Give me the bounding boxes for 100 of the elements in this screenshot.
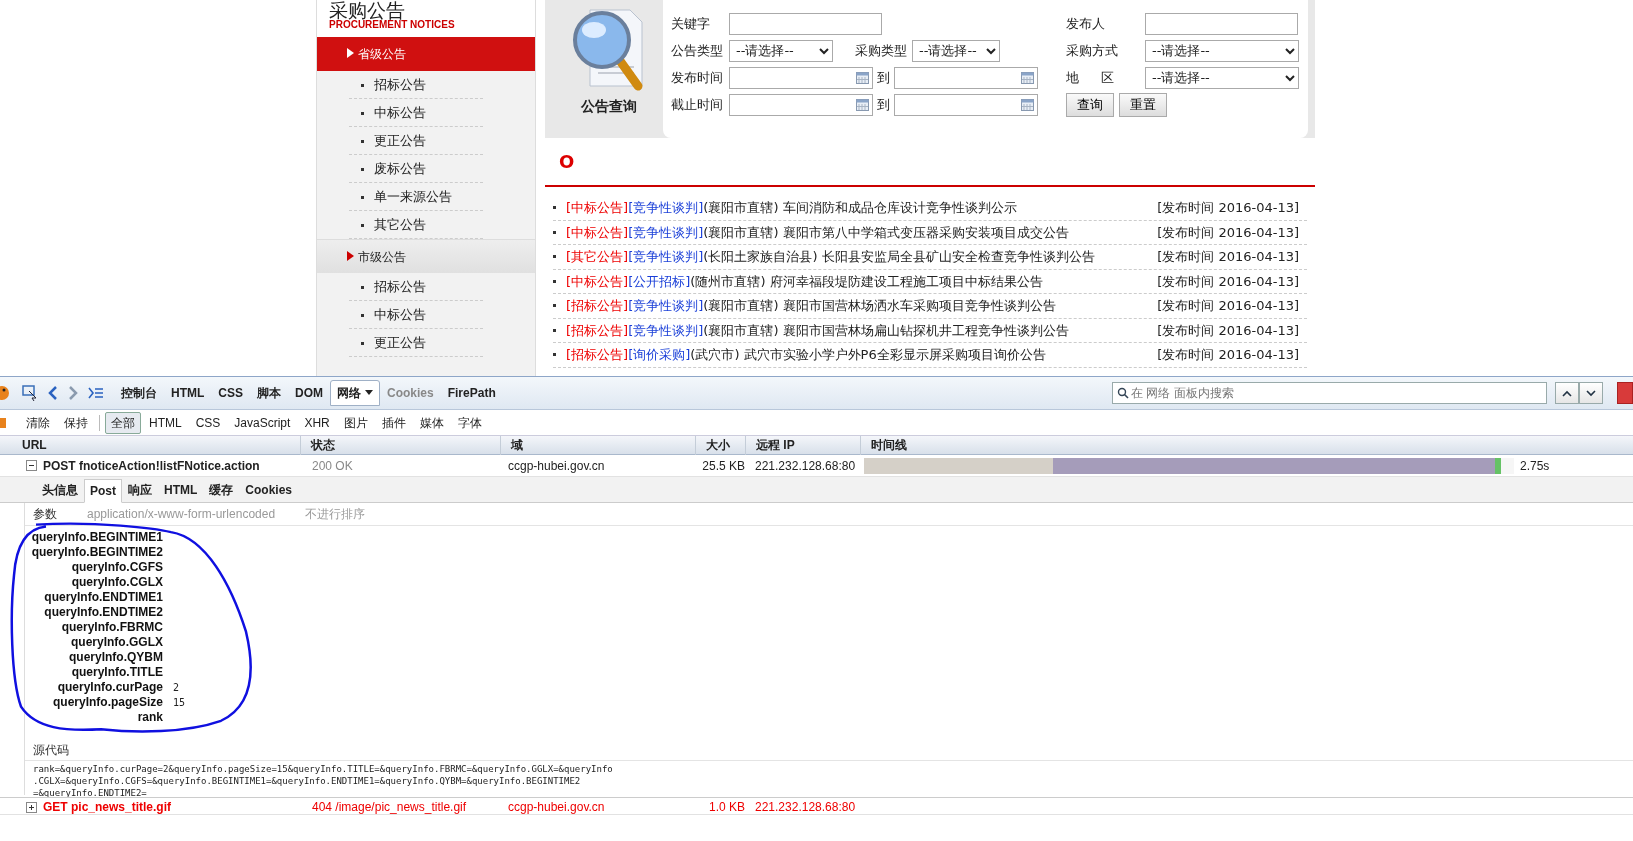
- param-name: queryInfo.QYBM: [68, 650, 163, 665]
- calendar-icon[interactable]: [1021, 71, 1034, 84]
- detail-tab[interactable]: HTML: [158, 478, 204, 502]
- calendar-icon[interactable]: [856, 71, 869, 84]
- detail-tab[interactable]: 头信息: [36, 478, 84, 502]
- date-field[interactable]: [729, 93, 873, 116]
- select-field[interactable]: --请选择--: [912, 39, 1000, 62]
- column-header[interactable]: 状态: [300, 436, 500, 455]
- form-button[interactable]: 重置: [1119, 92, 1167, 117]
- filter-button[interactable]: 图片: [337, 411, 374, 434]
- filter-button[interactable]: XHR: [298, 411, 336, 434]
- expand-toggle[interactable]: [26, 460, 37, 471]
- back-icon[interactable]: [48, 386, 58, 400]
- date-text: [发布时间 2016-04-13]: [1157, 248, 1300, 266]
- search-field[interactable]: 在 网络 面板内搜索: [1112, 382, 1547, 404]
- filter-button[interactable]: JavaScript: [228, 411, 297, 434]
- filter-button[interactable]: CSS: [189, 411, 227, 434]
- panel-tab[interactable]: HTML: [164, 380, 212, 406]
- param-name: queryInfo.ENDTIME2: [43, 605, 163, 620]
- sidebar-item[interactable]: 更正公告: [349, 127, 483, 155]
- detail-tab[interactable]: Cookies: [239, 478, 299, 502]
- param-name: queryInfo.BEGINTIME2: [30, 545, 163, 560]
- field-label: 采购类型: [855, 41, 908, 60]
- notice-link[interactable]: [招标公告][竞争性谈判](襄阳市直辖) 襄阳市国营林场洒水车采购项目竞争性谈判公告: [566, 296, 1158, 316]
- panel-tab[interactable]: 网络: [330, 380, 380, 406]
- form-button[interactable]: 查询: [1066, 92, 1114, 117]
- filter-button[interactable]: 全部: [105, 411, 141, 434]
- text-field[interactable]: [1145, 12, 1298, 35]
- size-text: 25.5 KB: [701, 457, 745, 475]
- command-line-icon[interactable]: [88, 387, 104, 399]
- caret-icon[interactable]: [365, 390, 373, 396]
- sidebar-item[interactable]: 废标公告: [349, 155, 483, 183]
- bug-icon[interactable]: [0, 384, 10, 402]
- select-field[interactable]: --请选择--: [1145, 66, 1299, 89]
- filter-button[interactable]: 媒体: [413, 411, 450, 434]
- inspect-icon[interactable]: [22, 385, 38, 401]
- field-label: 发布时间: [671, 68, 724, 87]
- notice-link[interactable]: [其它公告][竞争性谈判](长阳土家族自治县) 长阳县安监局全县矿山安全检查竞争性谈判公告: [566, 247, 1158, 267]
- param-name: queryInfo.TITLE: [70, 665, 163, 680]
- domain-text: ccgp-hubei.gov.cn: [507, 457, 606, 475]
- notice-link[interactable]: [中标公告][公开招标](随州市直辖) 府河幸福段堤防建设工程施工项目中标结果公告: [566, 271, 1158, 291]
- forward-icon[interactable]: [68, 386, 78, 400]
- range-separator: 到: [877, 68, 890, 87]
- ip-text: 221.232.128.68:80: [754, 799, 857, 816]
- date-text: [发布时间 2016-04-13]: [1157, 272, 1300, 291]
- date-text: [发布时间 2016-04-13]: [1157, 199, 1300, 217]
- column-header[interactable]: 远程 IP: [745, 436, 860, 455]
- param-name: queryInfo.pageSize: [51, 695, 163, 710]
- previous-button[interactable]: [1555, 382, 1579, 404]
- date-field[interactable]: [894, 93, 1038, 116]
- expand-toggle[interactable]: [26, 801, 37, 813]
- toolbar-button[interactable]: 清除: [20, 411, 56, 434]
- sidebar-item[interactable]: 招标公告: [349, 273, 483, 301]
- notice-link[interactable]: [中标公告][竞争性谈判](襄阳市直辖) 襄阳市第八中学箱式变压器采购安装项目成交公告: [566, 222, 1158, 242]
- notice-link[interactable]: [中标公告][竞争性谈判](襄阳市直辖) 车间消防和成品仓库设计竞争性谈判公示: [566, 198, 1158, 218]
- column-header[interactable]: 大小: [695, 436, 745, 455]
- sidebar-item[interactable]: 中标公告: [349, 99, 483, 127]
- request-url[interactable]: GET pic_news_title.gif: [43, 798, 172, 816]
- code-line: =&queryInfo.ENDTIME2=: [33, 787, 148, 797]
- request-url[interactable]: POST fnoticeAction!listFNotice.action: [43, 456, 260, 475]
- panel-tab[interactable]: DOM: [288, 380, 330, 406]
- panel-tab[interactable]: CSS: [211, 380, 250, 406]
- filter-button[interactable]: 字体: [451, 411, 488, 434]
- detail-tab[interactable]: 响应: [122, 478, 158, 502]
- panel-tab[interactable]: 控制台: [114, 380, 164, 406]
- domain-text: ccgp-hubei.gov.cn: [507, 799, 606, 816]
- close-button[interactable]: [1617, 382, 1633, 404]
- param-value: 2: [172, 681, 180, 695]
- text-field[interactable]: [729, 12, 882, 35]
- column-header[interactable]: 域: [500, 436, 695, 455]
- range-separator: 到: [877, 95, 890, 114]
- heading-mark: O: [559, 150, 575, 174]
- sidebar-section[interactable]: 市级公告: [317, 239, 535, 273]
- sidebar-item[interactable]: 单一来源公告: [349, 183, 483, 211]
- date-field[interactable]: [729, 66, 873, 89]
- filter-button[interactable]: HTML: [143, 411, 188, 434]
- param-name: rank: [136, 710, 163, 725]
- sidebar-item[interactable]: 招标公告: [349, 71, 483, 99]
- detail-tab[interactable]: Post: [84, 479, 122, 503]
- select-field[interactable]: --请选择--: [729, 39, 833, 62]
- field-label: 公告类型: [671, 41, 724, 60]
- date-field[interactable]: [894, 66, 1038, 89]
- calendar-icon[interactable]: [856, 98, 869, 111]
- column-header[interactable]: URL: [0, 436, 300, 455]
- sidebar-title: 采购公告: [329, 1, 406, 20]
- panel-tab[interactable]: 脚本: [250, 380, 288, 406]
- next-button[interactable]: [1579, 382, 1603, 404]
- sidebar-item[interactable]: 中标公告: [349, 301, 483, 329]
- filter-button[interactable]: 插件: [375, 411, 412, 434]
- column-header[interactable]: 时间线: [860, 436, 1633, 455]
- select-field[interactable]: --请选择--: [1145, 39, 1299, 62]
- notice-link[interactable]: [招标公告][竞争性谈判](襄阳市直辖) 襄阳市国营林场扁山钻探机井工程竞争性谈判公告: [566, 320, 1158, 340]
- detail-tab[interactable]: 缓存: [203, 478, 240, 502]
- panel-tab[interactable]: FirePath: [440, 380, 503, 406]
- notice-link[interactable]: [招标公告][询价采购](武穴市) 武穴市实验小学户外P6全彩显示屏采购项目询价公告: [566, 345, 1158, 365]
- param-value: 15: [172, 696, 186, 710]
- calendar-icon[interactable]: [1021, 98, 1034, 111]
- sidebar-section[interactable]: 省级公告: [317, 37, 535, 71]
- toolbar-button[interactable]: 保持: [58, 411, 94, 434]
- sidebar-item[interactable]: 更正公告: [349, 329, 483, 357]
